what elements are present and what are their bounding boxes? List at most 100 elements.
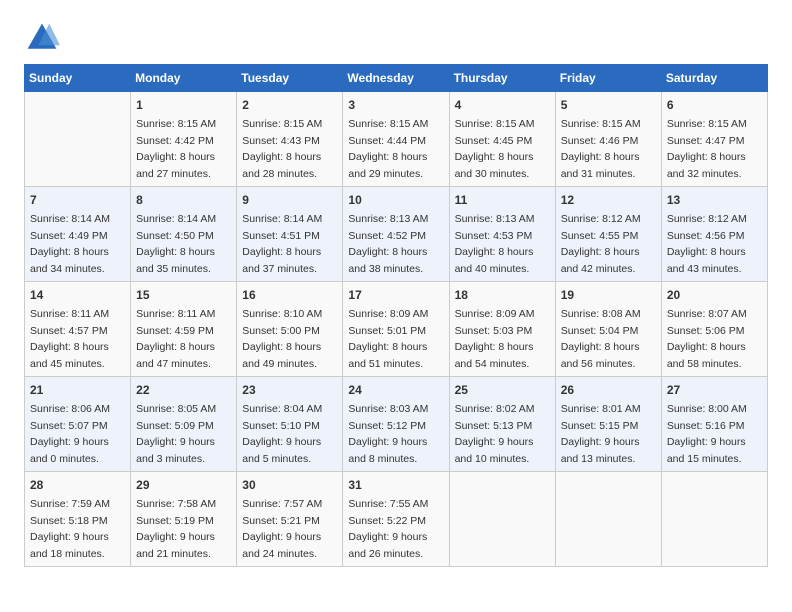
day-number: 23 bbox=[242, 381, 337, 399]
calendar-cell: 24 Sunrise: 8:03 AMSunset: 5:12 PMDayligh… bbox=[343, 377, 449, 472]
calendar-cell: 9 Sunrise: 8:14 AMSunset: 4:51 PMDaylight… bbox=[237, 187, 343, 282]
calendar-cell: 25 Sunrise: 8:02 AMSunset: 5:13 PMDayligh… bbox=[449, 377, 555, 472]
calendar-cell: 21 Sunrise: 8:06 AMSunset: 5:07 PMDayligh… bbox=[25, 377, 131, 472]
day-info: Sunrise: 8:13 AMSunset: 4:53 PMDaylight:… bbox=[455, 213, 535, 275]
calendar-cell: 6 Sunrise: 8:15 AMSunset: 4:47 PMDaylight… bbox=[661, 92, 767, 187]
weekday-header: Friday bbox=[555, 65, 661, 92]
calendar-cell: 10 Sunrise: 8:13 AMSunset: 4:52 PMDayligh… bbox=[343, 187, 449, 282]
calendar-cell bbox=[449, 472, 555, 567]
calendar-cell: 27 Sunrise: 8:00 AMSunset: 5:16 PMDayligh… bbox=[661, 377, 767, 472]
day-number: 26 bbox=[561, 381, 656, 399]
weekday-header: Saturday bbox=[661, 65, 767, 92]
day-info: Sunrise: 8:15 AMSunset: 4:47 PMDaylight:… bbox=[667, 118, 747, 180]
day-info: Sunrise: 7:55 AMSunset: 5:22 PMDaylight:… bbox=[348, 498, 428, 560]
day-info: Sunrise: 7:57 AMSunset: 5:21 PMDaylight:… bbox=[242, 498, 322, 560]
weekday-header-row: SundayMondayTuesdayWednesdayThursdayFrid… bbox=[25, 65, 768, 92]
day-number: 5 bbox=[561, 96, 656, 114]
calendar-cell: 14 Sunrise: 8:11 AMSunset: 4:57 PMDayligh… bbox=[25, 282, 131, 377]
day-info: Sunrise: 8:07 AMSunset: 5:06 PMDaylight:… bbox=[667, 308, 747, 370]
weekday-header: Sunday bbox=[25, 65, 131, 92]
day-number: 10 bbox=[348, 191, 443, 209]
day-number: 7 bbox=[30, 191, 125, 209]
day-number: 25 bbox=[455, 381, 550, 399]
day-info: Sunrise: 8:14 AMSunset: 4:50 PMDaylight:… bbox=[136, 213, 216, 275]
calendar-cell: 11 Sunrise: 8:13 AMSunset: 4:53 PMDayligh… bbox=[449, 187, 555, 282]
weekday-header: Wednesday bbox=[343, 65, 449, 92]
day-number: 19 bbox=[561, 286, 656, 304]
day-number: 27 bbox=[667, 381, 762, 399]
day-number: 22 bbox=[136, 381, 231, 399]
calendar-cell: 5 Sunrise: 8:15 AMSunset: 4:46 PMDaylight… bbox=[555, 92, 661, 187]
calendar-cell: 20 Sunrise: 8:07 AMSunset: 5:06 PMDayligh… bbox=[661, 282, 767, 377]
day-number: 28 bbox=[30, 476, 125, 494]
day-number: 13 bbox=[667, 191, 762, 209]
day-number: 17 bbox=[348, 286, 443, 304]
calendar-week-row: 28 Sunrise: 7:59 AMSunset: 5:18 PMDayligh… bbox=[25, 472, 768, 567]
day-number: 24 bbox=[348, 381, 443, 399]
day-info: Sunrise: 8:06 AMSunset: 5:07 PMDaylight:… bbox=[30, 403, 110, 465]
day-info: Sunrise: 8:15 AMSunset: 4:42 PMDaylight:… bbox=[136, 118, 216, 180]
calendar-cell bbox=[25, 92, 131, 187]
calendar-cell: 7Sunrise: 8:14 AMSunset: 4:49 PMDaylight… bbox=[25, 187, 131, 282]
day-number: 15 bbox=[136, 286, 231, 304]
calendar-cell: 8Sunrise: 8:14 AMSunset: 4:50 PMDaylight… bbox=[131, 187, 237, 282]
calendar-cell: 23 Sunrise: 8:04 AMSunset: 5:10 PMDayligh… bbox=[237, 377, 343, 472]
day-info: Sunrise: 8:13 AMSunset: 4:52 PMDaylight:… bbox=[348, 213, 428, 275]
day-number: 2 bbox=[242, 96, 337, 114]
day-number: 6 bbox=[667, 96, 762, 114]
day-info: Sunrise: 8:02 AMSunset: 5:13 PMDaylight:… bbox=[455, 403, 535, 465]
weekday-header: Monday bbox=[131, 65, 237, 92]
calendar-cell: 2 Sunrise: 8:15 AMSunset: 4:43 PMDaylight… bbox=[237, 92, 343, 187]
calendar-cell bbox=[555, 472, 661, 567]
calendar-cell: 26 Sunrise: 8:01 AMSunset: 5:15 PMDayligh… bbox=[555, 377, 661, 472]
day-info: Sunrise: 8:09 AMSunset: 5:03 PMDaylight:… bbox=[455, 308, 535, 370]
day-info: Sunrise: 7:58 AMSunset: 5:19 PMDaylight:… bbox=[136, 498, 216, 560]
day-info: Sunrise: 8:05 AMSunset: 5:09 PMDaylight:… bbox=[136, 403, 216, 465]
day-number: 18 bbox=[455, 286, 550, 304]
day-info: Sunrise: 8:00 AMSunset: 5:16 PMDaylight:… bbox=[667, 403, 747, 465]
calendar-cell: 3 Sunrise: 8:15 AMSunset: 4:44 PMDaylight… bbox=[343, 92, 449, 187]
day-info: Sunrise: 8:11 AMSunset: 4:59 PMDaylight:… bbox=[136, 308, 215, 370]
day-info: Sunrise: 8:01 AMSunset: 5:15 PMDaylight:… bbox=[561, 403, 641, 465]
calendar-cell bbox=[661, 472, 767, 567]
calendar-cell: 15 Sunrise: 8:11 AMSunset: 4:59 PMDayligh… bbox=[131, 282, 237, 377]
day-info: Sunrise: 8:12 AMSunset: 4:55 PMDaylight:… bbox=[561, 213, 641, 275]
calendar-cell: 13Sunrise: 8:12 AMSunset: 4:56 PMDayligh… bbox=[661, 187, 767, 282]
day-info: Sunrise: 8:09 AMSunset: 5:01 PMDaylight:… bbox=[348, 308, 428, 370]
calendar-cell: 4Sunrise: 8:15 AMSunset: 4:45 PMDaylight… bbox=[449, 92, 555, 187]
day-info: Sunrise: 8:08 AMSunset: 5:04 PMDaylight:… bbox=[561, 308, 641, 370]
day-info: Sunrise: 8:15 AMSunset: 4:43 PMDaylight:… bbox=[242, 118, 322, 180]
weekday-header: Thursday bbox=[449, 65, 555, 92]
day-info: Sunrise: 8:15 AMSunset: 4:44 PMDaylight:… bbox=[348, 118, 428, 180]
day-number: 11 bbox=[455, 191, 550, 209]
day-info: Sunrise: 8:15 AMSunset: 4:46 PMDaylight:… bbox=[561, 118, 641, 180]
calendar-week-row: 21 Sunrise: 8:06 AMSunset: 5:07 PMDayligh… bbox=[25, 377, 768, 472]
calendar-cell: 31Sunrise: 7:55 AMSunset: 5:22 PMDayligh… bbox=[343, 472, 449, 567]
day-info: Sunrise: 8:10 AMSunset: 5:00 PMDaylight:… bbox=[242, 308, 322, 370]
calendar-cell: 29 Sunrise: 7:58 AMSunset: 5:19 PMDayligh… bbox=[131, 472, 237, 567]
day-number: 16 bbox=[242, 286, 337, 304]
logo bbox=[24, 20, 64, 56]
day-number: 29 bbox=[136, 476, 231, 494]
day-info: Sunrise: 8:14 AMSunset: 4:51 PMDaylight:… bbox=[242, 213, 322, 275]
calendar-week-row: 7Sunrise: 8:14 AMSunset: 4:49 PMDaylight… bbox=[25, 187, 768, 282]
day-info: Sunrise: 8:03 AMSunset: 5:12 PMDaylight:… bbox=[348, 403, 428, 465]
day-info: Sunrise: 8:15 AMSunset: 4:45 PMDaylight:… bbox=[455, 118, 535, 180]
day-number: 21 bbox=[30, 381, 125, 399]
calendar-table: SundayMondayTuesdayWednesdayThursdayFrid… bbox=[24, 64, 768, 567]
logo-icon bbox=[24, 20, 60, 56]
header bbox=[24, 20, 768, 56]
day-info: Sunrise: 8:11 AMSunset: 4:57 PMDaylight:… bbox=[30, 308, 109, 370]
calendar-cell: 18 Sunrise: 8:09 AMSunset: 5:03 PMDayligh… bbox=[449, 282, 555, 377]
day-number: 12 bbox=[561, 191, 656, 209]
calendar-cell: 22 Sunrise: 8:05 AMSunset: 5:09 PMDayligh… bbox=[131, 377, 237, 472]
day-info: Sunrise: 8:04 AMSunset: 5:10 PMDaylight:… bbox=[242, 403, 322, 465]
day-info: Sunrise: 7:59 AMSunset: 5:18 PMDaylight:… bbox=[30, 498, 110, 560]
day-number: 3 bbox=[348, 96, 443, 114]
day-number: 9 bbox=[242, 191, 337, 209]
calendar-cell: 1 Sunrise: 8:15 AMSunset: 4:42 PMDaylight… bbox=[131, 92, 237, 187]
day-number: 1 bbox=[136, 96, 231, 114]
calendar-cell: 17 Sunrise: 8:09 AMSunset: 5:01 PMDayligh… bbox=[343, 282, 449, 377]
day-number: 20 bbox=[667, 286, 762, 304]
day-number: 14 bbox=[30, 286, 125, 304]
